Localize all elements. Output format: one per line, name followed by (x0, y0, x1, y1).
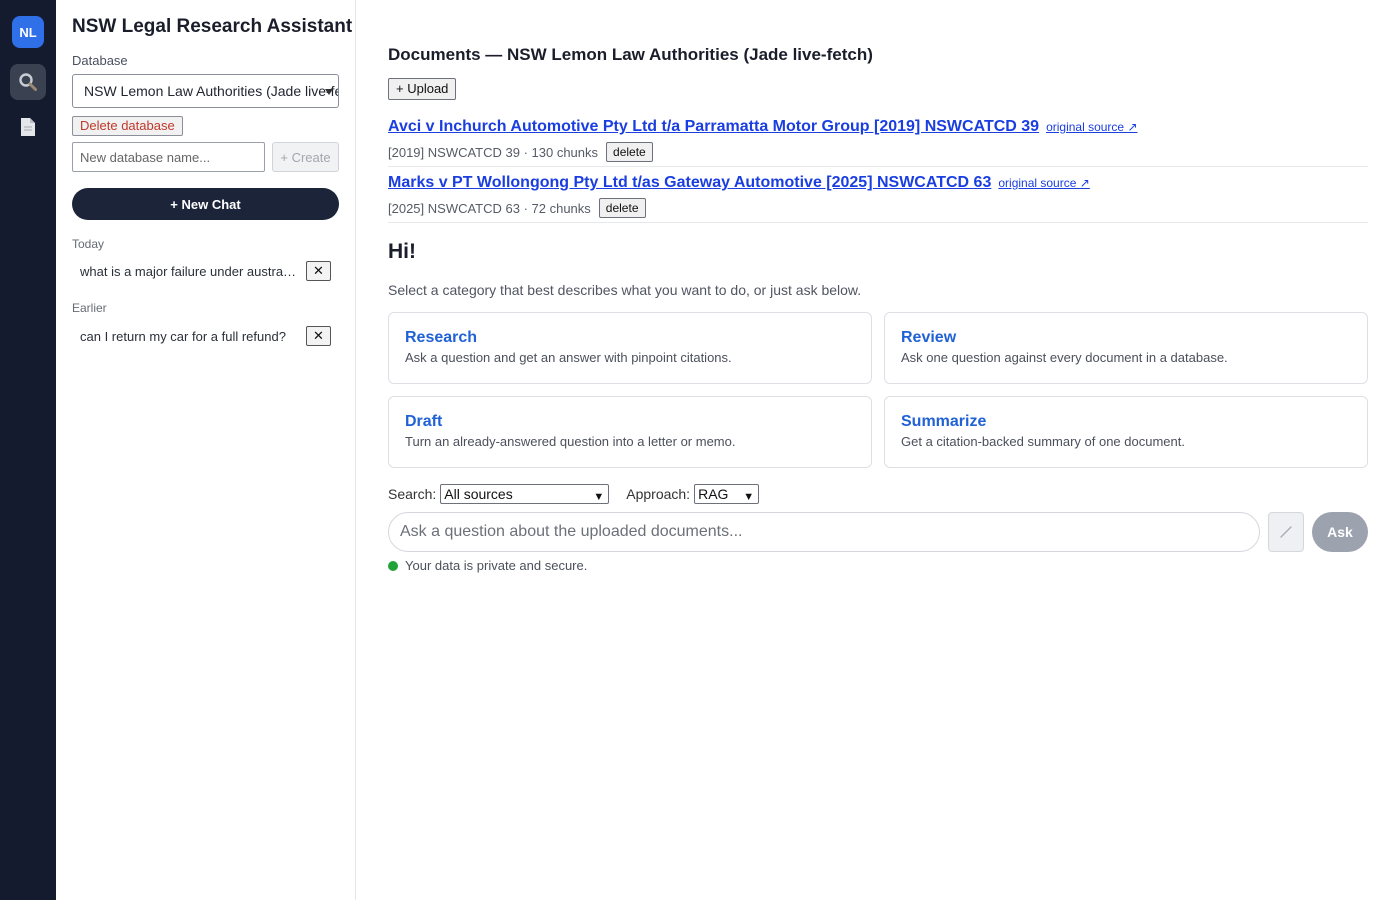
category-title: Review (901, 329, 957, 346)
draft-tool-button[interactable] (1268, 512, 1304, 552)
close-icon[interactable]: ✕ (306, 326, 331, 346)
new-database-name-input[interactable] (72, 142, 265, 172)
delete-document-button[interactable]: delete (598, 198, 646, 218)
database-select-value: NSW Lemon Law Authorities (Jade live-fet… (84, 83, 339, 99)
document-title-link[interactable]: Avci v Inchurch Automotive Pty Ltd t/a P… (388, 118, 1039, 136)
chevron-down-icon: ▼ (593, 491, 605, 503)
category-card-research[interactable]: Research Ask a question and get an answe… (388, 312, 872, 384)
privacy-notice: Your data is private and secure. (388, 558, 587, 573)
app-title: NSW Legal Research Assistant (72, 16, 353, 37)
create-database-button[interactable]: + Create (272, 142, 339, 172)
magnifier-icon (19, 73, 37, 91)
ask-button[interactable]: Ask (1312, 512, 1368, 552)
approach-value: RAG (698, 486, 729, 502)
status-dot-icon (388, 560, 398, 571)
category-card-summarize[interactable]: Summarize Get a citation-backed summary … (884, 396, 1368, 468)
original-source-link[interactable]: original source ↗ (998, 176, 1089, 190)
search-scope-label: Search: (388, 486, 437, 502)
chat-section-earlier-label: Earlier (72, 301, 107, 315)
app-logo[interactable]: NL (12, 16, 44, 48)
upload-button[interactable]: + Upload (388, 78, 457, 100)
document-meta: [2025] NSWCATCD 63 · 72 chunks (388, 200, 591, 216)
chat-history-title: can I return my car for a full refund? (80, 328, 286, 344)
chevron-down-icon (325, 89, 333, 95)
rail-documents-button[interactable] (10, 109, 46, 145)
chat-history-item[interactable]: what is a major failure under australian… (72, 257, 339, 285)
greeting-heading: Hi! (388, 240, 416, 263)
database-label: Database (72, 53, 128, 68)
query-controls: Search: All sources ▼ Approach: RAG ▼ (388, 484, 760, 504)
document-icon (21, 118, 35, 136)
category-card-draft[interactable]: Draft Turn an already-answered question … (388, 396, 872, 468)
icon-rail: NL (0, 0, 56, 900)
category-description: Ask one question against every document … (901, 350, 1228, 365)
new-chat-button[interactable]: + New Chat (72, 188, 339, 220)
document-meta: [2019] NSWCATCD 39 · 130 chunks (388, 144, 599, 160)
chat-history-title: what is a major failure under australian… (80, 263, 298, 279)
approach-label: Approach: (626, 486, 691, 502)
rail-search-button[interactable] (10, 64, 46, 100)
documents-title: Documents — NSW Lemon Law Authorities (J… (388, 45, 873, 64)
sidebar: NSW Legal Research Assistant Database NS… (56, 0, 356, 900)
category-title: Draft (405, 413, 443, 430)
close-icon[interactable]: ✕ (306, 261, 331, 281)
category-description: Turn an already-answered question into a… (405, 434, 736, 449)
database-select[interactable]: NSW Lemon Law Authorities (Jade live-fet… (72, 74, 339, 108)
pencil-icon (1280, 526, 1292, 538)
category-description: Get a citation-backed summary of one doc… (901, 434, 1185, 449)
privacy-text: Your data is private and secure. (405, 558, 588, 573)
approach-select[interactable]: RAG ▼ (694, 484, 760, 504)
document-title-link[interactable]: Marks v PT Wollongong Pty Ltd t/as Gatew… (388, 174, 991, 192)
search-scope-value: All sources (444, 486, 513, 502)
main-panel: Documents — NSW Lemon Law Authorities (J… (356, 0, 1400, 900)
chat-section-today-label: Today (72, 237, 105, 251)
category-description: Ask a question and get an answer with pi… (405, 350, 732, 365)
category-title: Summarize (901, 413, 987, 430)
question-input[interactable] (388, 512, 1260, 552)
chat-history-item[interactable]: can I return my car for a full refund? ✕ (72, 322, 339, 350)
greeting-subtitle: Select a category that best describes wh… (388, 282, 862, 298)
category-title: Research (405, 329, 478, 346)
original-source-link[interactable]: original source ↗ (1046, 120, 1137, 134)
category-card-review[interactable]: Review Ask one question against every do… (884, 312, 1368, 384)
delete-document-button[interactable]: delete (606, 142, 653, 162)
delete-database-button[interactable]: Delete database (72, 116, 183, 136)
chevron-down-icon: ▼ (743, 491, 755, 503)
document-row: Avci v Inchurch Automotive Pty Ltd t/a P… (388, 118, 1368, 167)
search-scope-select[interactable]: All sources ▼ (440, 484, 610, 504)
document-row: Marks v PT Wollongong Pty Ltd t/as Gatew… (388, 174, 1368, 223)
